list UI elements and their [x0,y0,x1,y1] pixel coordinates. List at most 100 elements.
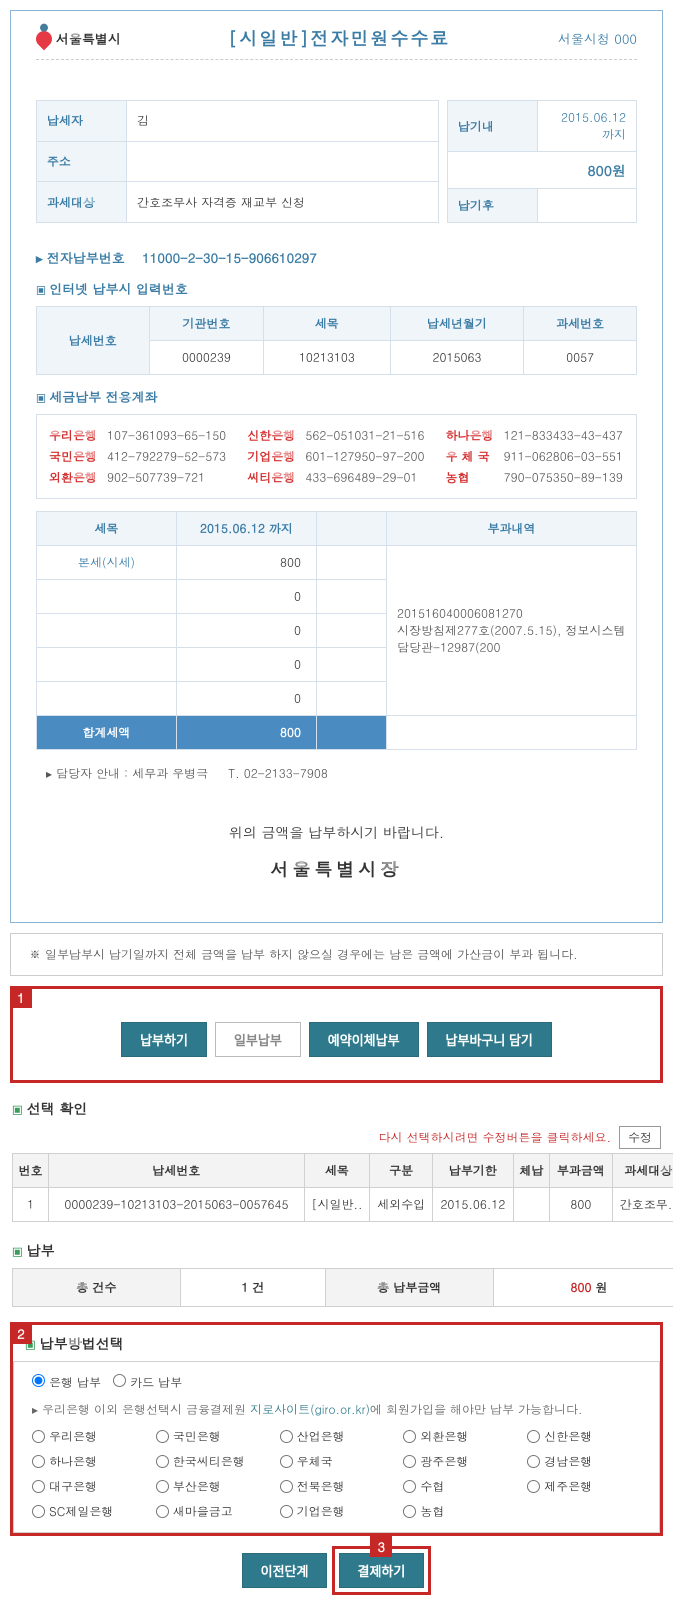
bank-option-label: 외환은행 [420,1428,468,1445]
method-inner: 은행 납부 카드 납부 우리은행 이외 은행선택시 금융결제원 지로사이트(gi… [13,1361,660,1533]
bank-radio[interactable] [527,1430,540,1443]
bank-radio[interactable] [280,1505,293,1518]
reserve-pay-button[interactable]: 예약이체납부 [309,1022,419,1057]
subject-label: 과세대상 [37,182,127,223]
edit-button[interactable]: 수정 [619,1126,661,1149]
addr-value [127,141,439,182]
bank-radio[interactable] [527,1455,540,1468]
payer-table: 납세자김 주소 과세대상간호조무사 자격증 재교부 신청 [36,100,439,223]
bank-option[interactable]: 농협 [403,1503,517,1520]
bank-option[interactable]: 대구은행 [32,1478,146,1495]
bank-radio[interactable] [280,1455,293,1468]
bank-account: 121-833433-43-437 [504,427,623,444]
bank-option[interactable]: 전북은행 [280,1478,394,1495]
partial-pay-button[interactable]: 일부납부 [215,1022,301,1057]
bank-option[interactable]: 산업은행 [280,1428,394,1445]
row0-name: 본세(시세) [37,546,177,580]
card-pay-label: 카드 납부 [130,1374,182,1391]
submit-button[interactable]: 결제하기 [339,1553,425,1588]
prev-step-button[interactable]: 이전단계 [242,1553,328,1588]
giro-link[interactable]: 지로사이트(giro.or.kr) [250,1401,370,1418]
bank-account-row: 기업은행 601-127950-97-200 [247,448,425,465]
contact-tel: T. 02-2133-7908 [228,765,328,782]
logo-text: 서울특별시 [56,29,121,48]
tax-document: 서울특별시 [시일반]전자민원수수료 서울시청 000 납세자김 주소 과세대상… [10,10,663,923]
bank-radio[interactable] [156,1455,169,1468]
bank-pay-option[interactable]: 은행 납부 [32,1374,101,1391]
payment-method-box: 2 납부방법선택 은행 납부 카드 납부 우리은행 이외 은행선택시 금융결제원… [10,1322,663,1536]
help-pre: 우리은행 이외 은행선택시 금융결제원 [42,1401,250,1418]
bank-option[interactable]: 수협 [403,1478,517,1495]
bank-option[interactable]: 광주은행 [403,1453,517,1470]
bank-option[interactable]: 신한은행 [527,1428,641,1445]
col-period: 납세년월기 [390,307,524,341]
bank-radio[interactable] [32,1480,45,1493]
bank-account: 601-127950-97-200 [305,448,424,465]
bank-option[interactable]: 국민은행 [156,1428,270,1445]
card-pay-radio[interactable] [113,1374,126,1387]
amt-num: 800 [570,1279,591,1296]
step-1-tag: 1 [10,986,32,1008]
table-cell [513,1188,549,1222]
bank-option[interactable]: SC제일은행 [32,1503,146,1520]
add-cart-button[interactable]: 납부바구니 담기 [427,1022,552,1057]
bank-account-row: 신한은행562-051031-21-516 [247,427,425,444]
bank-option[interactable]: 우체국 [280,1453,394,1470]
bank-option[interactable]: 우리은행 [32,1428,146,1445]
table-header: 납부기한 [432,1154,513,1188]
bank-option[interactable]: 기업은행 [280,1503,394,1520]
row3-name [37,648,177,682]
bank-account-row: 하나은행121-833433-43-437 [446,427,624,444]
bank-radio[interactable] [280,1430,293,1443]
bank-option[interactable]: 제주은행 [527,1478,641,1495]
bank-radio[interactable] [156,1480,169,1493]
payment-type-radios: 은행 납부 카드 납부 [32,1374,641,1391]
seoul-logo: 서울특별시 [36,29,121,48]
bank-radio[interactable] [527,1480,540,1493]
action-buttons-box: 1 납부하기 일부납부 예약이체납부 납부바구니 담기 [10,986,663,1083]
bank-radio[interactable] [32,1430,45,1443]
card-pay-option[interactable]: 카드 납부 [113,1374,182,1391]
bank-option-label: 국민은행 [173,1428,221,1445]
bank-option[interactable]: 하나은행 [32,1453,146,1470]
amt-label: 총 납부금액 [325,1269,493,1307]
submit-highlight-box: 3 결제하기 [332,1546,432,1595]
bank-radio[interactable] [280,1480,293,1493]
pay-button[interactable]: 납부하기 [121,1022,207,1057]
bank-account-row: 외환은행902-507739-721 [49,469,227,486]
table-cell: 2015.06.12 [432,1188,513,1222]
bank-radio[interactable] [32,1455,45,1468]
bank-account: 412-792279-52-573 [107,448,226,465]
bank-option-label: 우체국 [297,1453,333,1470]
table-cell: 0000239-10213103-2015063-0057645 [49,1188,305,1222]
bank-option[interactable]: 부산은행 [156,1478,270,1495]
bank-radio[interactable] [403,1505,416,1518]
bank-option[interactable]: 경남은행 [527,1453,641,1470]
table-cell: 세외수입 [370,1188,432,1222]
edit-instruction: 다시 선택하시려면 수정버튼을 클릭하세요. 수정 [12,1126,661,1149]
bank-account-row: 우 체 국911-062806-03-551 [446,448,624,465]
due-table: 납기내2015.06.12 까지 800원 납기후 [447,100,637,223]
table-cell: 1 [13,1188,49,1222]
th-blank [317,512,387,546]
bank-option[interactable]: 한국씨티은행 [156,1453,270,1470]
doc-header: 서울특별시 [시일반]전자민원수수료 서울시청 000 [36,26,637,60]
col-item: 세목 [264,307,391,341]
bank-pay-radio[interactable] [32,1374,45,1387]
table-cell: [시일반.. [304,1188,370,1222]
bank-radio[interactable] [403,1430,416,1443]
bank-option[interactable]: 새마을금고 [156,1503,270,1520]
bank-radio[interactable] [156,1505,169,1518]
bank-radio[interactable] [156,1430,169,1443]
row0-val: 800 [177,546,317,580]
bank-radio[interactable] [32,1505,45,1518]
bank-option[interactable]: 외환은행 [403,1428,517,1445]
summary-table: 총 건수 1 건 총 납부금액 800 원 [12,1268,673,1307]
bank-radio[interactable] [403,1455,416,1468]
bank-name: 기업은행 [247,448,297,465]
bank-radio[interactable] [403,1480,416,1493]
logo-icon [33,27,56,50]
epay-section: 전자납부번호 11000-2-30-15-906610297 [36,248,637,267]
bank-name: 외환은행 [49,469,99,486]
bank-name: 농협 [446,469,496,486]
